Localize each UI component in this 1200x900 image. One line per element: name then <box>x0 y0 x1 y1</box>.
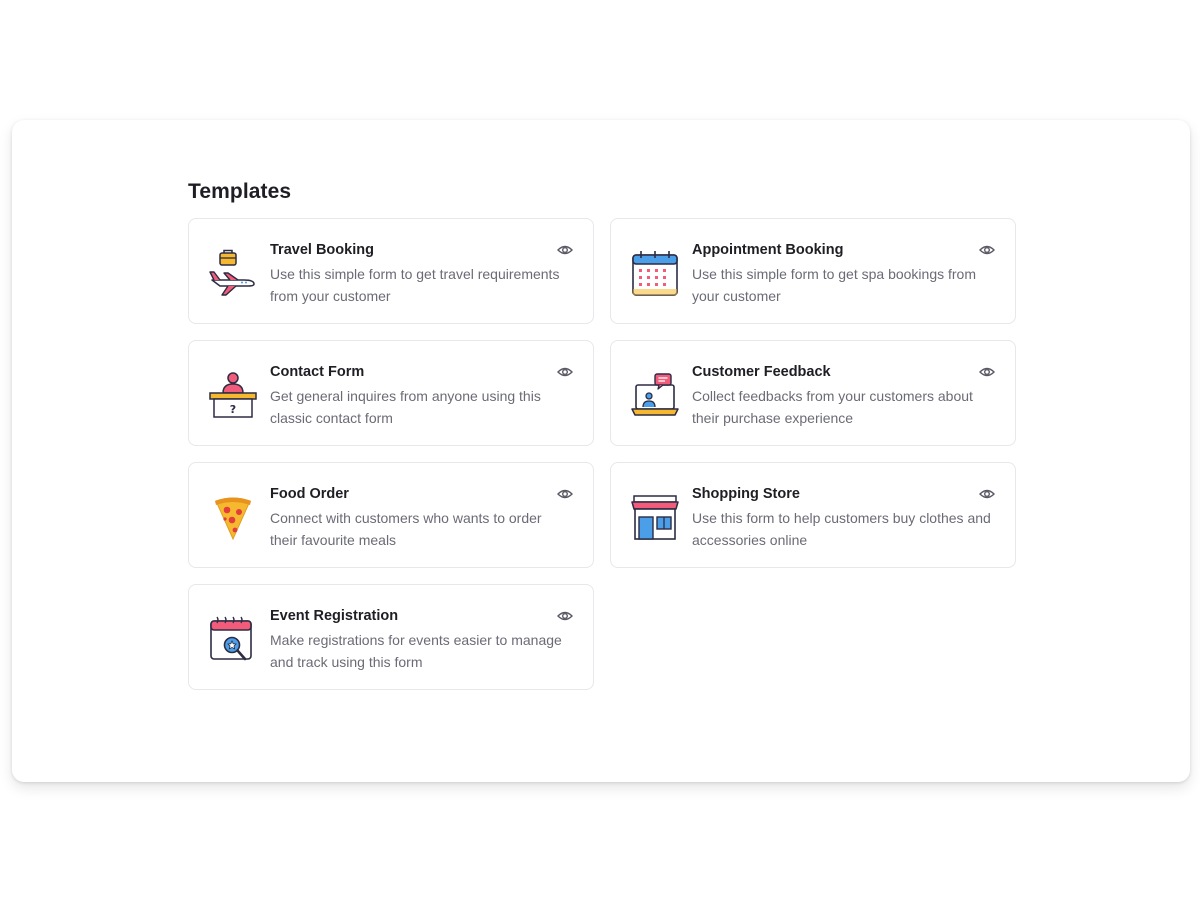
template-title: Shopping Store <box>692 486 800 502</box>
preview-eye-icon[interactable] <box>557 243 573 257</box>
preview-eye-icon[interactable] <box>557 487 573 501</box>
event-calendar-icon <box>208 615 258 665</box>
template-description: Get general inquires from anyone using t… <box>270 388 541 426</box>
template-title: Customer Feedback <box>692 364 831 380</box>
template-card-travel-booking[interactable]: Travel Booking Use this simple form to g… <box>188 218 594 324</box>
template-title: Event Registration <box>270 608 399 624</box>
template-card-food-order[interactable]: Food Order Connect with customers who wa… <box>188 462 594 568</box>
preview-eye-icon[interactable] <box>979 365 995 379</box>
template-card-event-registration[interactable]: Event Registration Make registrations fo… <box>188 584 594 690</box>
template-title: Contact Form <box>270 364 365 380</box>
template-title: Appointment Booking <box>692 242 844 258</box>
templates-grid: Travel Booking Use this simple form to g… <box>188 218 1016 690</box>
template-title: Food Order <box>270 486 349 502</box>
template-description: Use this simple form to get travel requi… <box>270 266 560 304</box>
laptop-chat-icon <box>630 371 680 421</box>
template-card-customer-feedback[interactable]: Customer Feedback Collect feedbacks from… <box>610 340 1016 446</box>
svg-text:?: ? <box>230 403 236 416</box>
template-title: Travel Booking <box>270 242 374 258</box>
template-card-contact-form[interactable]: ? Contact Form Get general inquires from… <box>188 340 594 446</box>
preview-eye-icon[interactable] <box>979 487 995 501</box>
pizza-slice-icon <box>208 493 258 543</box>
template-description: Connect with customers who wants to orde… <box>270 510 542 548</box>
preview-eye-icon[interactable] <box>557 365 573 379</box>
template-description: Use this form to help customers buy clot… <box>692 510 991 548</box>
template-card-shopping-store[interactable]: Shopping Store Use this form to help cus… <box>610 462 1016 568</box>
template-description: Use this simple form to get spa bookings… <box>692 266 977 304</box>
template-description: Collect feedbacks from your customers ab… <box>692 388 973 426</box>
preview-eye-icon[interactable] <box>557 609 573 623</box>
preview-eye-icon[interactable] <box>979 243 995 257</box>
page-title: Templates <box>188 180 292 203</box>
calendar-icon <box>630 249 680 299</box>
airplane-luggage-icon <box>208 249 258 299</box>
help-desk-icon: ? <box>208 371 258 421</box>
template-description: Make registrations for events easier to … <box>270 632 562 670</box>
template-card-appointment-booking[interactable]: Appointment Booking Use this simple form… <box>610 218 1016 324</box>
storefront-icon <box>630 493 680 543</box>
